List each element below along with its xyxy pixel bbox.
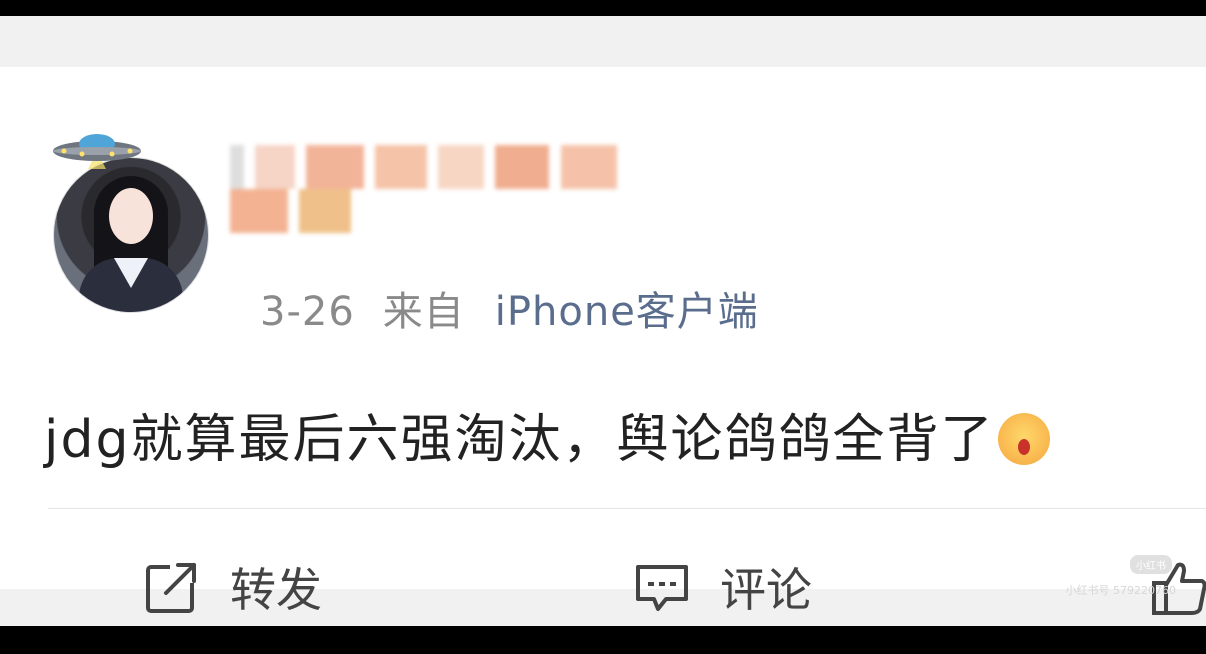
repost-label: 转发 [230,563,322,617]
avatar-face [109,188,153,244]
weibo-post-card: 3-26 来自 iPhone客户端 jdg就算最后六强淘汰，舆论鸽鸽全背了 转发 [0,67,1206,617]
post-date: 3-26 [260,289,355,335]
repost-icon [146,563,198,613]
post-body: jdg就算最后六强淘汰，舆论鸽鸽全背了 [44,397,1051,472]
source-prefix: 来自 [382,289,465,335]
divider [48,508,1206,509]
screen: 3-26 来自 iPhone客户端 jdg就算最后六强淘汰，舆论鸽鸽全背了 转发 [0,16,1206,626]
post-text: jdg就算最后六强淘汰，舆论鸽鸽全背了 [44,410,995,470]
comment-label: 评论 [720,563,812,617]
shocked-emoji-icon [998,413,1051,465]
watermark-text: 小红书号 579220760 [1065,584,1176,597]
watermark-logo: 小红书 [1130,555,1172,574]
post-meta: 3-26 来自 iPhone客户端 [260,279,759,337]
username-pixelated[interactable] [230,145,680,233]
avatar-container[interactable] [40,97,210,313]
comment-icon [636,565,688,611]
repost-button[interactable]: 转发 [142,547,322,626]
action-bar: 转发 评论 [0,547,1206,626]
source-link[interactable]: iPhone客户端 [495,289,759,335]
ufo-decoration-icon [53,134,141,169]
comment-button[interactable]: 评论 [632,547,812,626]
avatar[interactable] [53,157,209,313]
